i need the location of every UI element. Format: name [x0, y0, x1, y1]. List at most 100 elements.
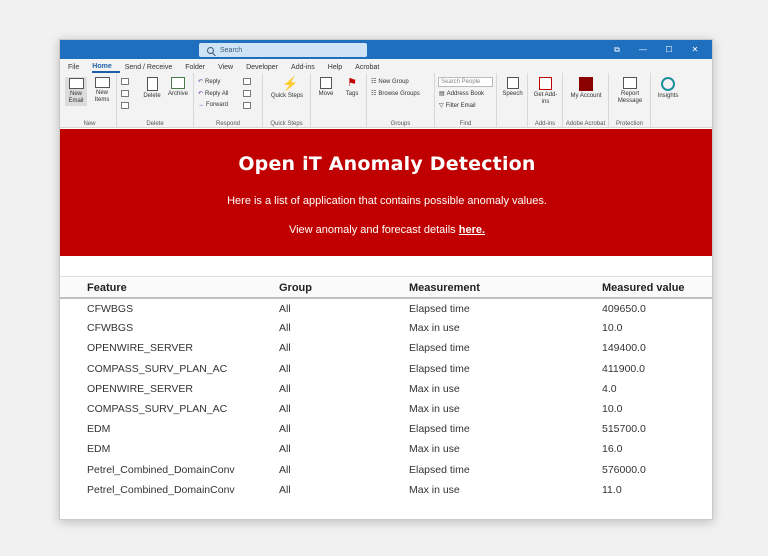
ribbon-group-addins: Get Add-ins Add-ins: [528, 73, 563, 128]
forecast-details-link[interactable]: here.: [459, 224, 485, 236]
insights-icon: [661, 77, 675, 91]
cell-measurement: Elapsed time: [409, 423, 470, 436]
speech-button[interactable]: Speech: [500, 77, 525, 98]
acrobat-icon: [579, 77, 593, 91]
cell-measurement: Max in use: [409, 322, 460, 335]
table-row: CFWBGS All Elapsed time 409650.0: [60, 298, 712, 318]
my-account-button[interactable]: My Account: [568, 77, 604, 100]
maximize-button[interactable]: ☐: [656, 40, 682, 59]
banner-title: Open iT Anomaly Detection: [238, 153, 536, 175]
cleanup-icon[interactable]: [121, 90, 129, 97]
archive-button[interactable]: Archive: [164, 77, 192, 98]
cell-measurement: Elapsed time: [409, 302, 470, 315]
reply-button[interactable]: ↶ Reply: [198, 78, 220, 86]
reply-all-icon: ↶: [198, 91, 204, 97]
cell-value: 10.0: [602, 403, 623, 416]
cell-group: All: [279, 483, 291, 496]
outlook-window: Search ⧉ — ☐ ✕ File Home Send / Receive …: [59, 39, 713, 520]
filter-icon: ▽: [439, 103, 444, 109]
ribbon-group-groups: ☷ New Group ☷ Browse Groups Groups: [367, 73, 435, 128]
cell-feature: EDM: [87, 423, 111, 436]
new-items-button[interactable]: New Items: [90, 77, 114, 104]
divider: [60, 276, 712, 277]
cell-group: All: [279, 463, 291, 476]
table-row: OPENWIRE_SERVER All Elapsed time 149400.0: [60, 338, 712, 358]
restore-layout-icon[interactable]: ⧉: [604, 40, 630, 59]
ribbon-group-delete: Delete Archive Delete: [117, 73, 194, 128]
ribbon-group-new: New Email New Items New: [63, 73, 117, 128]
close-button[interactable]: ✕: [682, 40, 708, 59]
cell-feature: OPENWIRE_SERVER: [87, 382, 193, 395]
cell-measurement: Max in use: [409, 443, 460, 456]
cell-feature: CFWBGS: [87, 322, 134, 335]
new-group-button[interactable]: ☷ New Group: [371, 78, 409, 86]
cell-measurement: Elapsed time: [409, 463, 470, 476]
tab-send-receive[interactable]: Send / Receive: [125, 64, 180, 73]
banner-subtitle: Here is a list of application that conta…: [227, 195, 547, 207]
get-addins-button[interactable]: Get Add-ins: [532, 77, 559, 106]
tab-help[interactable]: Help: [328, 64, 350, 73]
cell-value: 4.0: [602, 382, 617, 395]
tab-view[interactable]: View: [218, 64, 241, 73]
tab-home[interactable]: Home: [92, 63, 120, 73]
move-button[interactable]: Move: [314, 77, 338, 98]
cell-value: 10.0: [602, 322, 623, 335]
reply-all-button[interactable]: ↶ Reply All: [198, 90, 228, 98]
cell-measurement: Max in use: [409, 382, 460, 395]
browse-groups-button[interactable]: ☷ Browse Groups: [371, 90, 420, 98]
table-row: Petrel_Combined_DomainConv All Max in use 1…: [60, 480, 712, 500]
meeting-icon[interactable]: [243, 78, 251, 85]
envelope-icon: [68, 78, 84, 89]
cell-value: 411900.0: [602, 362, 646, 375]
anomaly-banner: Open iT Anomaly Detection Here is a list…: [60, 129, 712, 256]
cell-value: 16.0: [602, 443, 623, 456]
filter-email-button[interactable]: ▽ Filter Email: [439, 102, 476, 110]
more-respond-icon[interactable]: [243, 102, 251, 109]
insights-button[interactable]: Insights: [654, 77, 682, 100]
table-row: CFWBGS All Max in use 10.0: [60, 318, 712, 338]
column-header-feature: Feature: [60, 278, 279, 299]
cell-feature: COMPASS_SURV_PLAN_AC: [87, 403, 228, 416]
report-message-button[interactable]: Report Message: [612, 77, 648, 105]
junk-icon[interactable]: [121, 102, 129, 109]
cell-value: 576000.0: [602, 463, 646, 476]
forecast-text: View anomaly and forecast details: [288, 224, 456, 236]
new-email-button[interactable]: New Email: [65, 77, 87, 106]
tab-file[interactable]: File: [68, 64, 87, 73]
tab-folder[interactable]: Folder: [185, 64, 213, 73]
quick-steps-button[interactable]: ⚡ Quick Steps: [269, 77, 305, 100]
search-people-input[interactable]: Search People: [438, 77, 493, 87]
speech-icon: [506, 77, 519, 89]
table-header-row: Feature Group Measurement Measured value: [60, 278, 712, 299]
archive-icon: [171, 77, 185, 89]
minimize-button[interactable]: —: [630, 40, 656, 59]
ignore-icon[interactable]: [121, 78, 129, 85]
address-book-button[interactable]: ▤ Address Book: [439, 90, 484, 98]
column-header-measured-value: Measured value: [602, 278, 712, 299]
cell-feature: OPENWIRE_SERVER: [87, 342, 193, 355]
table-row: Petrel_Combined_DomainConv All Elapsed tim…: [60, 460, 712, 480]
move-icon: [320, 77, 332, 89]
tab-developer[interactable]: Developer: [246, 64, 286, 73]
cell-group: All: [279, 362, 291, 375]
tab-acrobat[interactable]: Acrobat: [355, 64, 387, 73]
search-box[interactable]: Search: [199, 43, 367, 57]
ribbon-group-quick-steps: ⚡ Quick Steps Quick Steps: [263, 73, 311, 128]
cell-measurement: Max in use: [409, 403, 460, 416]
cell-measurement: Elapsed time: [409, 362, 470, 375]
table-row: OPENWIRE_SERVER All Max in use 4.0: [60, 379, 712, 399]
forward-button[interactable]: → Forward: [198, 102, 228, 108]
new-items-icon: [94, 77, 110, 88]
cell-feature: EDM: [87, 443, 111, 456]
window-controls: ⧉ — ☐ ✕: [604, 40, 708, 59]
cell-group: All: [279, 443, 291, 456]
delete-button[interactable]: Delete: [141, 77, 163, 100]
tags-button[interactable]: ⚑ Tags: [341, 77, 363, 98]
anomaly-table: Feature Group Measurement Measured value…: [60, 278, 712, 500]
table-row: EDM All Max in use 16.0: [60, 439, 712, 459]
im-icon[interactable]: [243, 90, 251, 97]
reply-icon: ↶: [198, 79, 204, 85]
cell-feature: COMPASS_SURV_PLAN_AC: [87, 362, 228, 375]
tab-add-ins[interactable]: Add-ins: [291, 64, 323, 73]
cell-feature: CFWBGS: [87, 302, 134, 315]
